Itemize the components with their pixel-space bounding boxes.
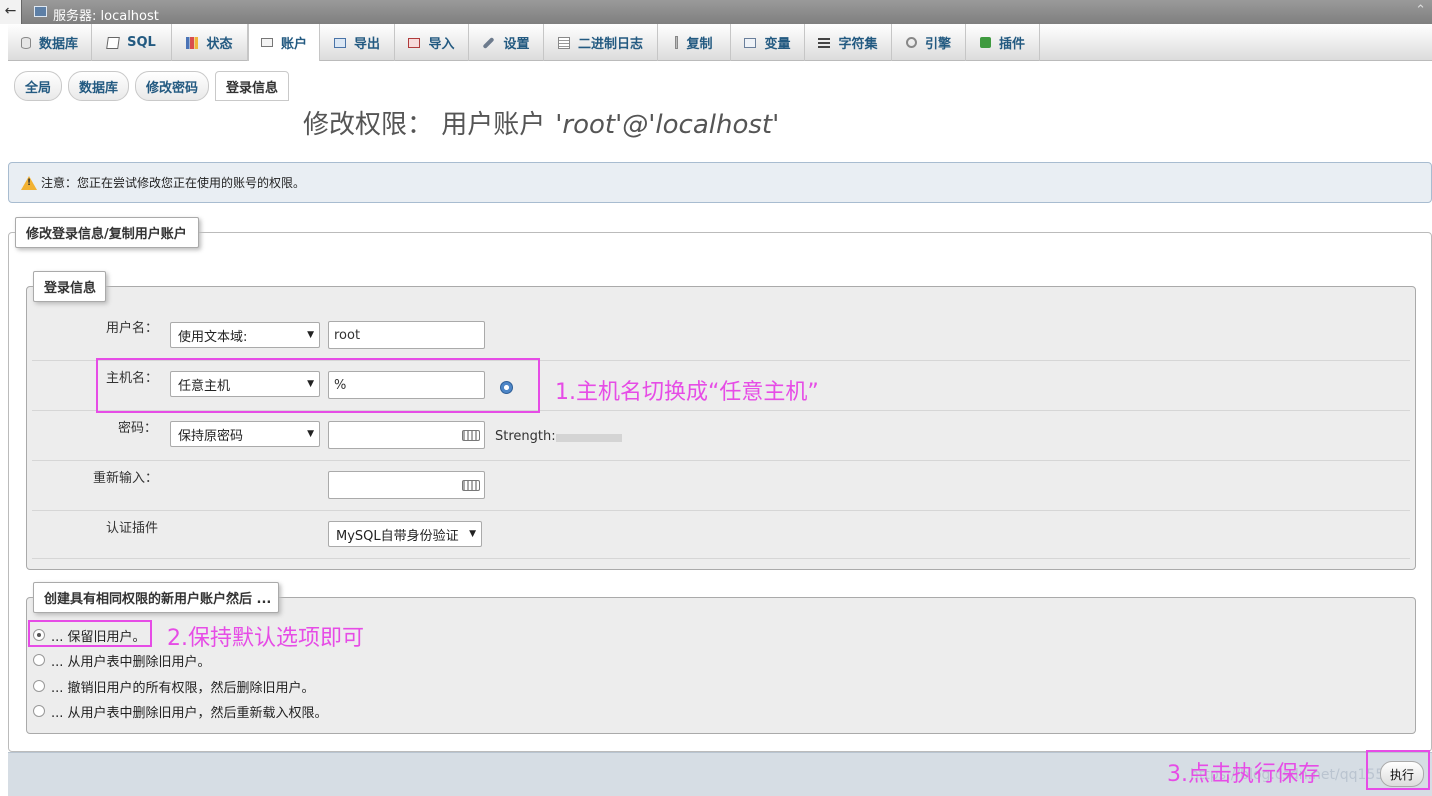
sql-icon [106, 36, 120, 49]
tab-import[interactable]: 导入 [395, 24, 469, 61]
tab-accounts[interactable]: 账户 [248, 24, 320, 61]
radio-delete-and-reload[interactable]: ... 从用户表中删除旧用户，然后重新载入权限。 [33, 702, 328, 721]
notice-text: 注意：您正在尝试修改您正在使用的账号的权限。 [41, 176, 306, 190]
tab-export[interactable]: 导出 [320, 24, 395, 61]
tab-label: 字符集 [838, 37, 878, 52]
subtab-login-info[interactable]: 登录信息 [215, 71, 289, 101]
row-divider [32, 510, 1410, 511]
password-strength-label: Strength: [495, 429, 556, 444]
tab-label: SQL [127, 35, 156, 50]
tab-label: 导出 [353, 37, 380, 52]
tab-label: 设置 [503, 37, 530, 52]
subtab-global[interactable]: 全局 [14, 71, 62, 101]
radio-label: ... 从用户表中删除旧用户。 [51, 654, 211, 670]
top-tab-menu: 数据库 SQL 状态 账户 导出 导入 设置 二进制日志 复制 变量 字符集 引… [8, 24, 1432, 61]
tab-replication[interactable]: 复制 [658, 24, 731, 61]
auth-plugin-select[interactable]: MySQL自带身份验证 ▼ [328, 521, 482, 547]
tab-label: 变量 [764, 37, 791, 52]
variables-icon [744, 37, 757, 48]
tab-label: 复制 [686, 37, 713, 52]
tab-label: 二进制日志 [577, 37, 643, 52]
radio-label: ... 撤销旧用户的所有权限，然后删除旧用户。 [51, 680, 315, 696]
radio-button[interactable] [33, 654, 45, 666]
page-title: 修改权限： 用户账户 'root'@'localhost' [303, 104, 779, 141]
login-info-legend: 登录信息 [33, 271, 106, 302]
tab-sql[interactable]: SQL [92, 24, 172, 61]
change-login-legend: 修改登录信息/复制用户账户 [15, 217, 199, 248]
auth-plugin-value: MySQL自带身份验证 [336, 528, 459, 544]
plugin-icon [979, 37, 991, 48]
charset-icon [818, 37, 831, 48]
keyboard-icon[interactable] [462, 430, 480, 441]
password-label: 密码： [118, 421, 158, 436]
import-icon [408, 37, 421, 48]
username-mode-value: 使用文本域: [178, 329, 248, 345]
tab-status[interactable]: 状态 [172, 24, 248, 61]
retype-label: 重新输入： [93, 471, 159, 486]
status-chart-icon [186, 36, 199, 49]
page-title-account: 'root'@'localhost' [555, 110, 780, 140]
retype-password-input[interactable] [328, 471, 485, 499]
radio-label: ... 从用户表中删除旧用户，然后重新载入权限。 [51, 705, 328, 721]
annotation-step2: 2.保持默认选项即可 [167, 626, 364, 651]
tab-label: 数据库 [38, 37, 78, 52]
username-mode-select[interactable]: 使用文本域: ▼ [170, 322, 320, 348]
window-titlebar: ← 服务器: localhost ⌃ [0, 0, 1432, 24]
password-mode-value: 保持原密码 [178, 428, 244, 444]
tab-label: 引擎 [924, 37, 951, 52]
dropdown-caret-icon: ▼ [469, 529, 476, 539]
back-button[interactable]: ← [0, 0, 22, 24]
dropdown-caret-icon: ▼ [307, 429, 314, 439]
password-strength-meter [556, 434, 622, 442]
copy-user-legend: 创建具有相同权限的新用户账户然后 ... [33, 582, 279, 613]
tab-plugins[interactable]: 插件 [966, 24, 1040, 61]
subtab-change-password[interactable]: 修改密码 [135, 71, 209, 101]
tab-label: 插件 [998, 37, 1025, 52]
annotation-box-keep-old [28, 620, 152, 647]
keyboard-icon[interactable] [462, 480, 480, 491]
password-input[interactable] [328, 421, 485, 449]
radio-button[interactable] [33, 705, 45, 717]
tab-label: 导入 [428, 37, 455, 52]
row-divider [32, 460, 1410, 461]
radio-revoke-and-delete[interactable]: ... 撤销旧用户的所有权限，然后删除旧用户。 [33, 677, 315, 696]
warning-notice: 注意：您正在尝试修改您正在使用的账号的权限。 [8, 162, 1432, 203]
user-accounts-icon [260, 38, 273, 47]
annotation-box-execute [1366, 750, 1430, 790]
tab-engines[interactable]: 引擎 [892, 24, 966, 61]
tab-binlog[interactable]: 二进制日志 [544, 24, 658, 61]
wrench-icon [482, 36, 495, 49]
database-icon [20, 36, 31, 49]
page-title-prefix: 修改权限： 用户账户 [303, 110, 546, 140]
annotation-step3: 3.点击执行保存 [1167, 762, 1320, 787]
subtab-database[interactable]: 数据库 [68, 71, 129, 101]
server-icon [34, 6, 47, 17]
engine-icon [905, 37, 917, 48]
collapse-icon[interactable]: ⌃ [1415, 3, 1426, 18]
tab-settings[interactable]: 设置 [469, 24, 544, 61]
username-input[interactable]: root [328, 321, 485, 349]
row-divider [32, 558, 1410, 559]
server-title: 服务器: localhost [53, 9, 159, 24]
export-icon [333, 37, 346, 48]
auth-plugin-label: 认证插件 [106, 521, 159, 536]
tab-label: 账户 [280, 37, 307, 52]
binlog-icon [557, 36, 570, 49]
radio-delete-old-user[interactable]: ... 从用户表中删除旧用户。 [33, 651, 211, 670]
password-mode-select[interactable]: 保持原密码 ▼ [170, 421, 320, 447]
tab-variables[interactable]: 变量 [731, 24, 805, 61]
warning-icon [21, 175, 37, 190]
tab-charset[interactable]: 字符集 [805, 24, 892, 61]
annotation-step1: 1.主机名切换成“任意主机” [555, 380, 819, 405]
radio-button[interactable] [33, 680, 45, 692]
dropdown-caret-icon: ▼ [307, 330, 314, 340]
tab-database[interactable]: 数据库 [8, 24, 92, 61]
tab-label: 状态 [206, 37, 233, 52]
phpmyadmin-page: ← 服务器: localhost ⌃ 数据库 SQL 状态 账户 导出 导入 设… [0, 0, 1432, 796]
annotation-box-hostname [96, 358, 540, 413]
username-label: 用户名： [106, 321, 159, 336]
replication-icon [675, 36, 679, 49]
